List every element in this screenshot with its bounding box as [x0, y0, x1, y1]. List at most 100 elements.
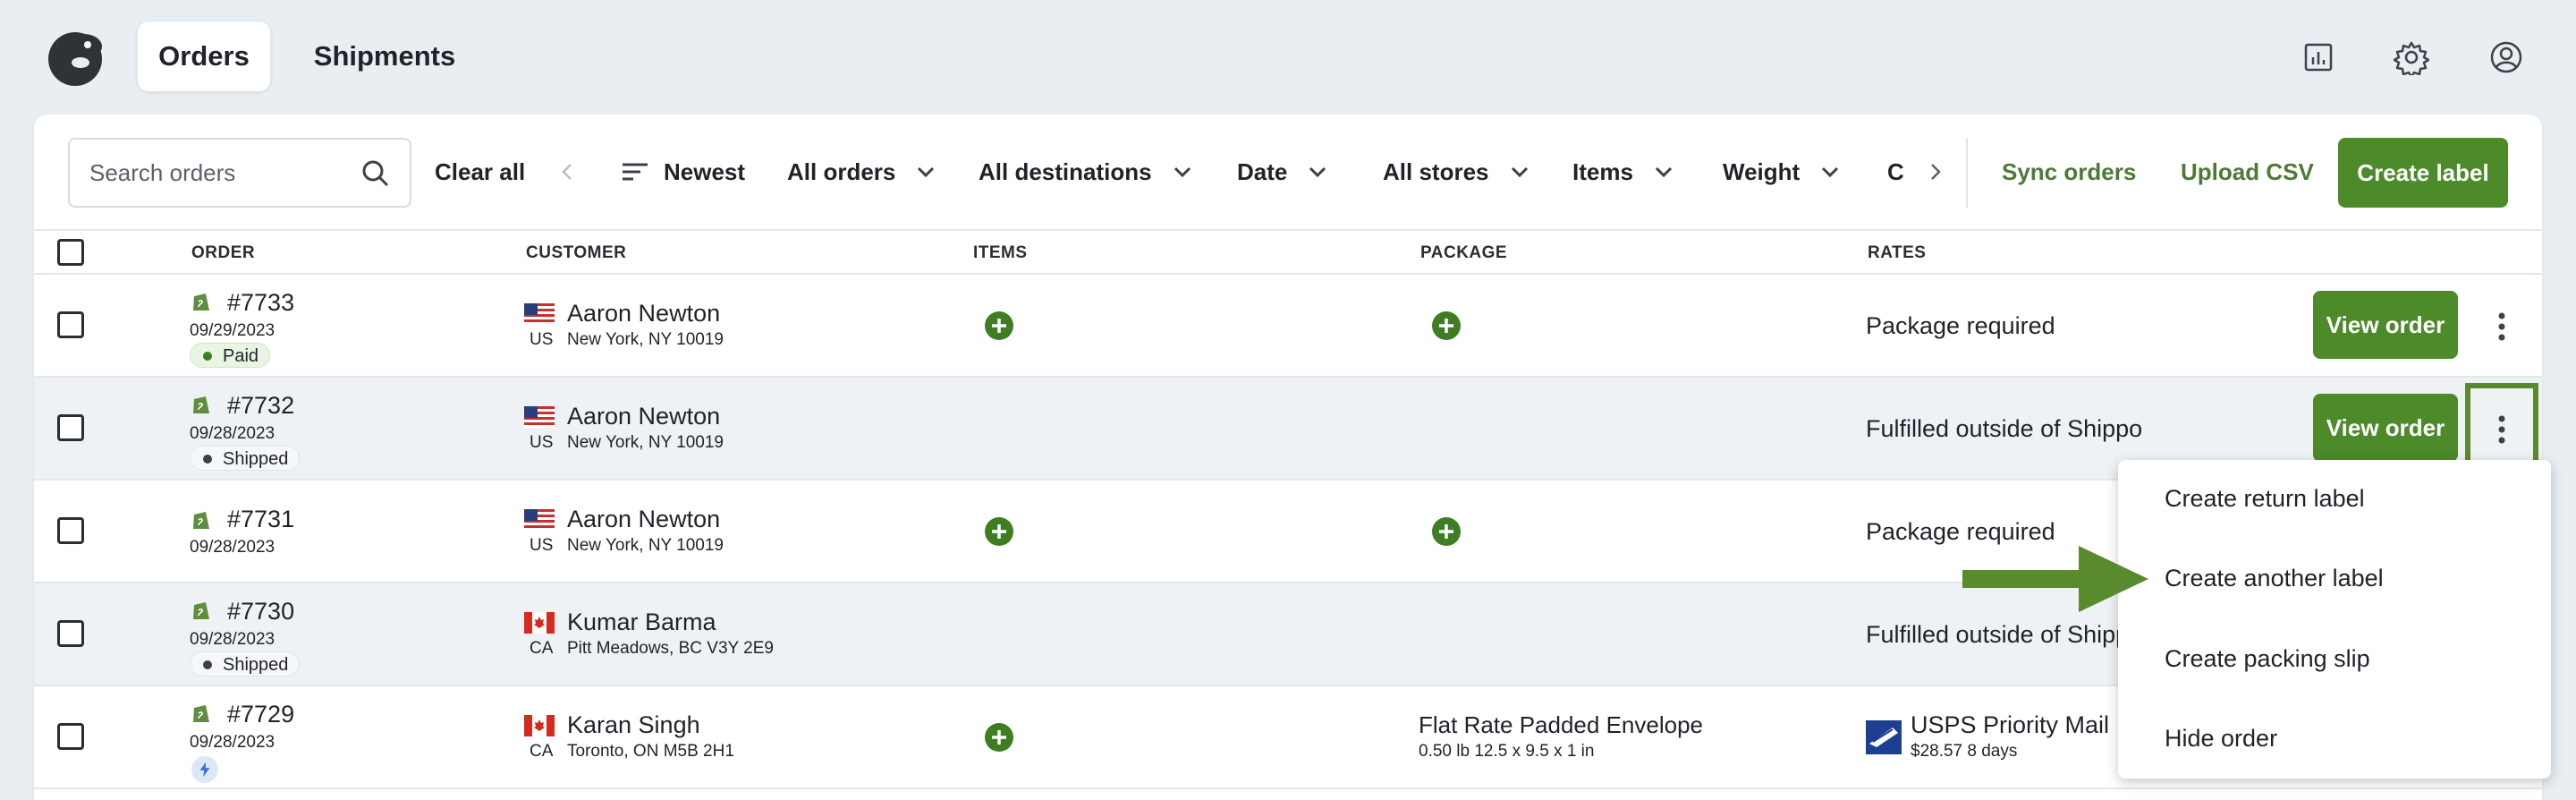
menu-item-create-another-label[interactable]: Create another label	[2165, 565, 2384, 592]
country-code: CA	[530, 742, 554, 761]
top-bar: Orders Shipments	[0, 0, 2576, 115]
chevron-down-icon	[1174, 166, 1191, 178]
row-checkbox[interactable]	[57, 414, 84, 441]
customer-address: New York, NY 10019	[567, 330, 724, 349]
chevron-down-icon	[1309, 166, 1326, 178]
customer-address: New York, NY 10019	[567, 433, 724, 452]
package-name: Flat Rate Padded Envelope	[1419, 711, 1703, 738]
sort-dropdown[interactable]: Newest	[621, 156, 745, 188]
filter-all-destinations[interactable]: All destinations	[979, 156, 1193, 188]
order-date: 09/28/2023	[190, 630, 275, 649]
shippo-logo-icon[interactable]	[45, 27, 106, 88]
us-flag-icon	[524, 303, 555, 325]
status-badge: Shipped	[190, 651, 301, 677]
us-flag-icon	[524, 406, 555, 428]
filter-items[interactable]: Items	[1572, 156, 1674, 188]
add-items-icon[interactable]	[984, 722, 1014, 753]
table-row[interactable]: #7733 09/29/2023 Paid US Aaron Newton Ne…	[34, 275, 2542, 378]
status-badge: Shipped	[190, 446, 301, 471]
shopify-icon	[193, 294, 209, 311]
row-checkbox[interactable]	[57, 311, 84, 338]
status-dot	[203, 455, 212, 464]
more-options-icon[interactable]	[2487, 412, 2517, 447]
add-items-icon[interactable]	[984, 516, 1014, 547]
account-icon[interactable]	[2488, 39, 2524, 75]
add-package-icon[interactable]	[1431, 516, 1462, 547]
scroll-right-icon[interactable]	[1925, 159, 1946, 184]
view-order-button[interactable]: View order	[2313, 394, 2458, 462]
scroll-left-icon[interactable]	[556, 159, 578, 184]
filter-all-orders[interactable]: All orders	[787, 156, 936, 188]
customer-address: New York, NY 10019	[567, 536, 724, 555]
order-number[interactable]: #7731	[227, 506, 294, 533]
filter-label: Weight	[1723, 158, 1801, 185]
row-checkbox[interactable]	[57, 620, 84, 647]
status-label: Shipped	[223, 449, 289, 469]
tab-orders[interactable]: Orders	[138, 21, 270, 91]
rate-service: USPS Priority Mail In	[1911, 711, 2137, 738]
shopify-icon	[193, 396, 209, 413]
order-actions-menu: Create return label Create another label…	[2118, 460, 2551, 779]
upload-csv-button[interactable]: Upload CSV	[2181, 156, 2314, 188]
clear-all-button[interactable]: Clear all	[435, 156, 525, 188]
order-date: 09/28/2023	[190, 538, 275, 557]
order-number[interactable]: #7733	[227, 289, 294, 317]
chevron-down-icon	[1822, 166, 1839, 178]
filter-label: All orders	[787, 158, 896, 185]
customer-name: Aaron Newton	[567, 506, 721, 532]
add-items-icon[interactable]	[984, 311, 1014, 341]
filter-truncated[interactable]: C	[1887, 156, 1904, 188]
filter-all-stores[interactable]: All stores	[1383, 156, 1530, 188]
order-number[interactable]: #7732	[227, 392, 294, 420]
filter-label: All destinations	[979, 158, 1152, 185]
chevron-down-icon	[1511, 166, 1528, 178]
usps-icon	[1866, 720, 1902, 754]
create-label-button[interactable]: Create label	[2338, 138, 2508, 208]
rate-detail: $28.57 8 days	[1911, 742, 2018, 761]
sync-orders-button[interactable]: Sync orders	[2002, 156, 2136, 188]
filter-date[interactable]: Date	[1237, 156, 1328, 188]
search-box[interactable]	[68, 138, 411, 208]
column-rates[interactable]: RATES	[1868, 243, 1926, 263]
column-package[interactable]: PACKAGE	[1420, 243, 1507, 263]
ca-flag-icon	[524, 612, 555, 634]
column-customer[interactable]: CUSTOMER	[526, 243, 626, 263]
column-order[interactable]: ORDER	[191, 243, 255, 263]
menu-item-hide-order[interactable]: Hide order	[2165, 725, 2277, 753]
add-package-icon[interactable]	[1431, 311, 1462, 341]
menu-item-create-packing-slip[interactable]: Create packing slip	[2165, 645, 2370, 673]
gear-icon[interactable]	[2394, 39, 2429, 75]
row-checkbox[interactable]	[57, 517, 84, 544]
order-number[interactable]: #7729	[227, 701, 294, 728]
sort-icon	[623, 163, 648, 181]
status-label: Paid	[223, 346, 259, 366]
chevron-down-icon	[918, 166, 935, 178]
select-all-checkbox[interactable]	[57, 239, 84, 266]
customer-address: Pitt Meadows, BC V3Y 2E9	[567, 639, 774, 658]
order-date: 09/28/2023	[190, 733, 275, 752]
status-dot	[203, 352, 212, 361]
country-code: US	[530, 433, 554, 452]
rate-status: Fulfilled outside of Shippo	[1866, 415, 2143, 442]
shopify-icon	[193, 602, 209, 619]
column-items[interactable]: ITEMS	[973, 243, 1028, 263]
tab-shipments[interactable]: Shipments	[295, 21, 474, 91]
country-code: US	[530, 330, 554, 349]
ca-flag-icon	[524, 715, 555, 736]
row-checkbox[interactable]	[57, 723, 84, 750]
order-date: 09/29/2023	[190, 321, 275, 340]
order-date: 09/28/2023	[190, 424, 275, 443]
order-number[interactable]: #7730	[227, 598, 294, 626]
search-icon[interactable]	[360, 157, 392, 190]
status-dot	[203, 660, 212, 669]
filter-label: Items	[1572, 158, 1633, 185]
chevron-down-icon	[1655, 166, 1672, 178]
lightning-icon	[191, 756, 218, 783]
reports-icon[interactable]	[2301, 39, 2336, 75]
menu-item-create-return-label[interactable]: Create return label	[2165, 485, 2365, 513]
search-input[interactable]	[89, 158, 358, 187]
view-order-button[interactable]: View order	[2313, 291, 2458, 359]
more-options-icon[interactable]	[2487, 309, 2517, 345]
customer-name: Aaron Newton	[567, 300, 721, 327]
filter-weight[interactable]: Weight	[1723, 156, 1841, 188]
